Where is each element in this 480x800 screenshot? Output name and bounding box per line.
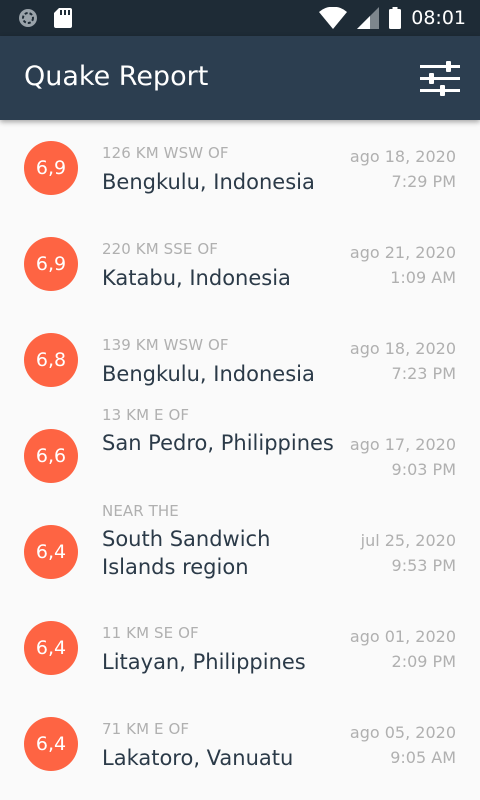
primary-location: Bengkulu, Indonesia [102,170,315,194]
earthquake-list-item[interactable]: 6,9 220 km SSE of Katabu, Indonesia ago … [0,216,480,312]
earthquake-list-item[interactable]: 6,6 13 km E of San Pedro, Philippines ag… [0,406,480,504]
earthquake-list-item[interactable]: 6,4 71 km E of Lakatoro, Vanuatu ago 05,… [0,696,480,792]
quake-time: 9:05 AM [390,748,456,767]
magnitude-badge: 6,9 [24,237,78,291]
quake-time: 9:53 PM [391,556,456,575]
primary-location: South Sandwich Islands region [102,527,271,579]
sliders-icon [420,61,460,96]
magnitude-badge: 6,4 [24,717,78,771]
earthquake-list-item[interactable]: 6,8 139 km WSW of Bengkulu, Indonesia ag… [0,312,480,408]
quake-date: ago 18, 2020 [349,339,456,358]
primary-location: Bengkulu, Indonesia [102,362,315,386]
location-offset: Near the [102,502,179,520]
primary-location: San Pedro, Philippines [102,431,334,455]
magnitude-badge: 6,4 [24,525,78,579]
app-title: Quake Report [24,61,209,92]
battery-icon [389,7,402,29]
quake-date: ago 18, 2020 [349,147,456,166]
location-offset: 13 km E of [102,406,190,424]
location-offset: 71 km E of [102,720,190,738]
magnitude-badge: 6,4 [24,621,78,675]
magnitude-badge: 6,6 [24,429,78,483]
earthquake-list-item[interactable]: 6,4 Near the South Sandwich Islands regi… [0,502,480,600]
earthquake-list-item[interactable]: 6,4 11 km SE of Litayan, Philippines ago… [0,600,480,696]
quake-time: 2:09 PM [391,652,456,671]
quake-date: jul 25, 2020 [360,531,456,550]
primary-location: Katabu, Indonesia [102,266,291,290]
quake-time: 1:09 AM [390,268,456,287]
earthquake-list[interactable]: 6,9 126 km WSW of Bengkulu, Indonesia ag… [0,120,480,800]
quake-date: ago 17, 2020 [349,435,456,454]
primary-location: Lakatoro, Vanuatu [102,746,294,770]
location-offset: 220 km SSE of [102,240,218,258]
quake-time: 7:29 PM [391,172,456,191]
magnitude-badge: 6,8 [24,333,78,387]
quake-date: ago 01, 2020 [349,627,456,646]
cell-signal-icon [357,7,380,29]
primary-location: Litayan, Philippines [102,650,306,674]
status-bar: 08:01 [0,0,480,36]
quake-date: ago 21, 2020 [349,243,456,262]
location-offset: 139 km WSW of [102,336,229,354]
location-offset: 126 km WSW of [102,144,229,162]
wifi-icon [319,7,348,29]
magnitude-badge: 6,9 [24,141,78,195]
filter-button[interactable] [420,60,460,96]
quake-date: ago 05, 2020 [349,723,456,742]
status-time: 08:01 [411,7,466,29]
sync-icon [19,9,37,27]
quake-time: 7:23 PM [391,364,456,383]
quake-time: 9:03 PM [391,460,456,479]
earthquake-list-item[interactable]: 6,9 126 km WSW of Bengkulu, Indonesia ag… [0,120,480,216]
app-bar: Quake Report [0,36,480,120]
location-offset: 11 km SE of [102,624,199,642]
sd-card-icon [54,8,72,28]
